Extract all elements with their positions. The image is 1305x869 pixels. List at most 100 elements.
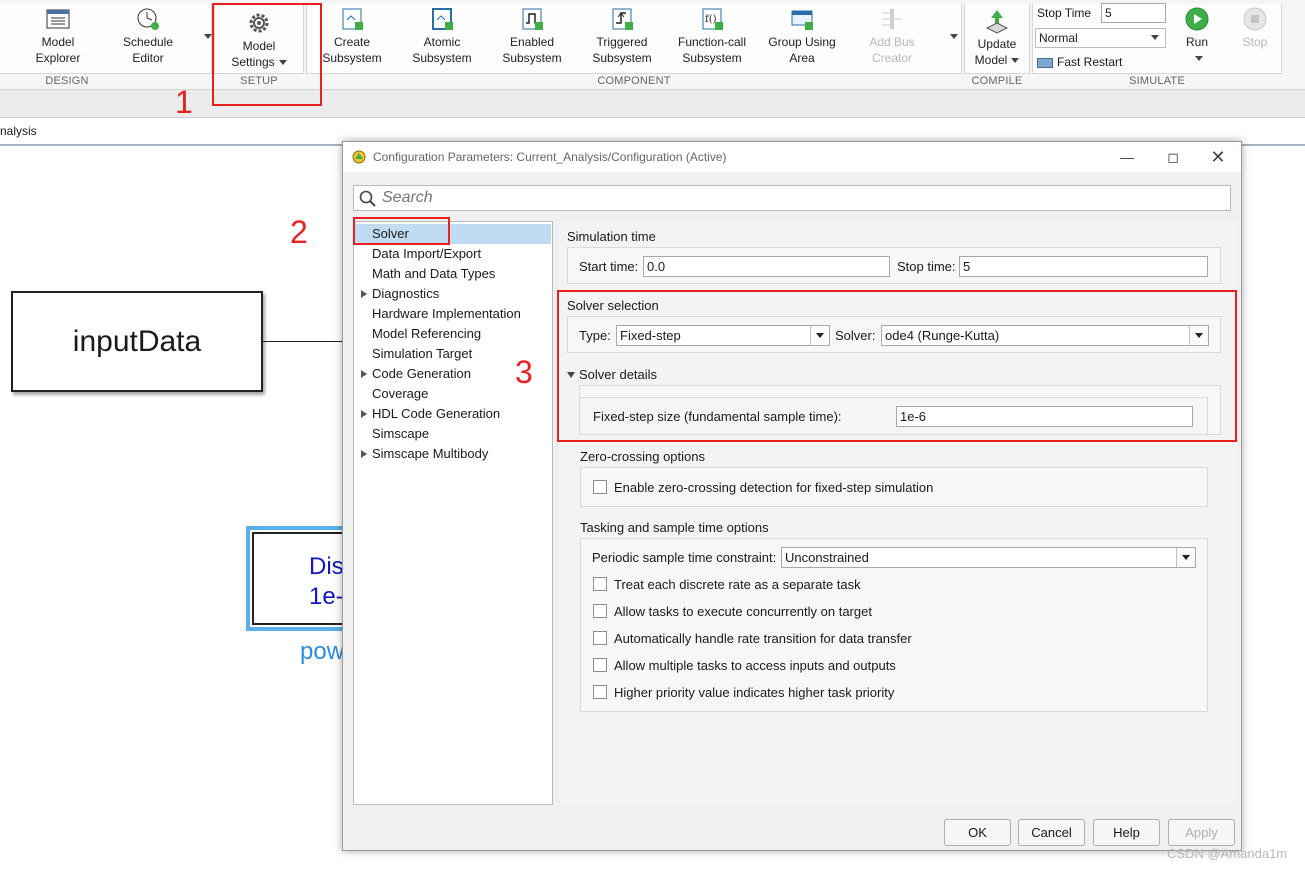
close-icon[interactable]: ✕: [1206, 146, 1230, 168]
tree-item-label: HDL Code Generation: [372, 406, 501, 421]
maximize-icon[interactable]: ◻: [1161, 146, 1185, 168]
expand-arrow-icon[interactable]: [361, 450, 367, 458]
tasking-option-label: Allow tasks to execute concurrently on t…: [614, 604, 872, 619]
model-explorer-button[interactable]: Model Explorer: [13, 6, 103, 66]
category-tree: Solver Data Import/Export Math and Data Ty…: [353, 221, 553, 805]
signal-line[interactable]: [263, 341, 343, 342]
start-time-input[interactable]: 0.0: [643, 256, 890, 277]
tree-item-label: Math and Data Types: [372, 266, 496, 281]
add-bus-creator-button[interactable]: Add Bus Creator: [847, 6, 937, 66]
fast-restart-label: Fast Restart: [1057, 55, 1123, 69]
minimize-icon[interactable]: —: [1115, 146, 1139, 168]
tree-item-hardware-implementation[interactable]: Hardware Implementation: [372, 304, 521, 324]
create-subsystem-label: Create Subsystem: [322, 35, 382, 65]
stop-time-input[interactable]: 5: [959, 256, 1208, 277]
schedule-editor-button[interactable]: Schedule Editor: [103, 6, 193, 66]
powergui-block-face: Disc 1e-: [252, 532, 352, 625]
ok-button[interactable]: OK: [944, 819, 1011, 846]
annotation-box-3: [557, 290, 1237, 442]
tasking-option-checkbox[interactable]: [593, 658, 607, 672]
tasking-option-checkbox[interactable]: [593, 577, 607, 591]
zero-crossing-checkbox[interactable]: [593, 480, 607, 494]
design-expand-icon[interactable]: [200, 28, 212, 46]
fast-restart-button[interactable]: Fast Restart: [1037, 55, 1122, 69]
tree-item-code-generation[interactable]: Code Generation: [361, 364, 471, 384]
expand-arrow-icon[interactable]: [361, 410, 367, 418]
sample-time-constraint-value: Unconstrained: [785, 550, 869, 565]
sample-time-constraint-label: Periodic sample time constraint:: [592, 550, 777, 565]
group-simulate-label: SIMULATE: [1129, 75, 1185, 87]
tree-item-diagnostics[interactable]: Diagnostics: [361, 284, 440, 304]
tree-item-data-import-export[interactable]: Data Import/Export: [372, 244, 481, 264]
tree-item-coverage[interactable]: Coverage: [372, 384, 428, 404]
tree-item-label: Coverage: [372, 386, 429, 401]
function-call-subsystem-label: Function-call Subsystem: [677, 35, 747, 65]
update-model-label: Update Model: [974, 37, 1017, 67]
tasking-option-checkbox[interactable]: [593, 685, 607, 699]
stop-time-label: Stop Time: [1037, 6, 1092, 20]
annotation-box-1: [212, 3, 322, 106]
apply-button[interactable]: Apply: [1168, 819, 1235, 846]
annotation-box-2: [353, 217, 450, 245]
annotation-number-3: 3: [515, 354, 533, 390]
tree-item-simscape[interactable]: Simscape: [372, 424, 429, 444]
tree-item-simulation-target[interactable]: Simulation Target: [372, 344, 472, 364]
triggered-subsystem-icon: [612, 8, 633, 30]
powergui-block-name[interactable]: pow: [300, 638, 344, 666]
tasking-option-label: Treat each discrete rate as a separate t…: [614, 577, 861, 592]
tree-item-simscape-multibody[interactable]: Simscape Multibody: [361, 444, 488, 464]
tree-item-math-and-data-types[interactable]: Math and Data Types: [372, 264, 495, 284]
model-path[interactable]: nalysis: [0, 124, 37, 138]
simulation-mode-select[interactable]: Normal: [1035, 28, 1166, 48]
atomic-subsystem-button[interactable]: Atomic Subsystem: [397, 6, 487, 66]
enabled-subsystem-button[interactable]: Enabled Subsystem: [487, 6, 577, 66]
tree-item-hdl-code-generation[interactable]: HDL Code Generation: [361, 404, 501, 424]
triggered-subsystem-button[interactable]: Triggered Subsystem: [577, 6, 667, 66]
enabled-subsystem-label: Enabled Subsystem: [502, 35, 562, 65]
group-component-label: COMPONENT: [597, 75, 671, 87]
search-input[interactable]: [380, 188, 1220, 208]
group-using-area-button[interactable]: Group Using Area: [757, 6, 847, 66]
help-button[interactable]: Help: [1093, 819, 1160, 846]
schedule-editor-label: Schedule Editor: [122, 35, 174, 65]
tasking-title: Tasking and sample time options: [580, 520, 769, 535]
tree-item-label: Model Referencing: [372, 326, 482, 341]
annotation-number-2: 2: [290, 214, 308, 250]
tasking-option-label: Higher priority value indicates higher t…: [614, 685, 895, 700]
dialog-title: Configuration Parameters: Current_Analys…: [373, 150, 727, 164]
group-design-label: DESIGN: [45, 75, 89, 87]
input-data-block[interactable]: inputData: [11, 291, 263, 392]
tree-item-label: Diagnostics: [372, 286, 440, 301]
update-model-icon: [985, 10, 1009, 34]
stop-time-input[interactable]: 5: [1101, 3, 1166, 23]
simulation-mode-value: Normal: [1039, 31, 1078, 45]
function-call-subsystem-button[interactable]: f() Function-call Subsystem: [667, 6, 757, 66]
expand-arrow-icon[interactable]: [361, 370, 367, 378]
sample-time-constraint-select[interactable]: Unconstrained: [781, 547, 1196, 568]
watermark: CSDN @Amanda1m: [1167, 846, 1288, 861]
zero-crossing-label: Enable zero-crossing detection for fixed…: [614, 480, 934, 495]
tasking-option-label: Allow multiple tasks to access inputs an…: [614, 658, 896, 673]
function-call-subsystem-icon: f(): [702, 8, 723, 30]
tree-item-label: Simscape: [372, 426, 430, 441]
search-field[interactable]: [353, 185, 1231, 211]
tasking-option-checkbox[interactable]: [593, 604, 607, 618]
explorer-bar: [0, 90, 1305, 118]
search-icon: [359, 190, 376, 207]
chevron-down-icon: [1151, 35, 1159, 40]
simulation-time-title: Simulation time: [567, 229, 656, 244]
triggered-subsystem-label: Triggered Subsystem: [592, 35, 652, 65]
tasking-option-label: Automatically handle rate transition for…: [614, 631, 912, 646]
dialog-titlebar[interactable]: Configuration Parameters: Current_Analys…: [343, 142, 1241, 172]
zero-crossing-title: Zero-crossing options: [580, 449, 705, 464]
create-subsystem-icon: [342, 8, 363, 30]
tree-item-model-referencing[interactable]: Model Referencing: [372, 324, 481, 344]
run-button[interactable]: Run: [1172, 6, 1222, 66]
cancel-button[interactable]: Cancel: [1018, 819, 1085, 846]
stop-button[interactable]: Stop: [1230, 6, 1280, 50]
powergui-block[interactable]: Disc 1e-: [246, 526, 356, 631]
tasking-option-checkbox[interactable]: [593, 631, 607, 645]
update-model-button[interactable]: Update Model: [952, 8, 1042, 68]
chevron-down-icon: [1011, 58, 1020, 64]
expand-arrow-icon[interactable]: [361, 290, 367, 298]
